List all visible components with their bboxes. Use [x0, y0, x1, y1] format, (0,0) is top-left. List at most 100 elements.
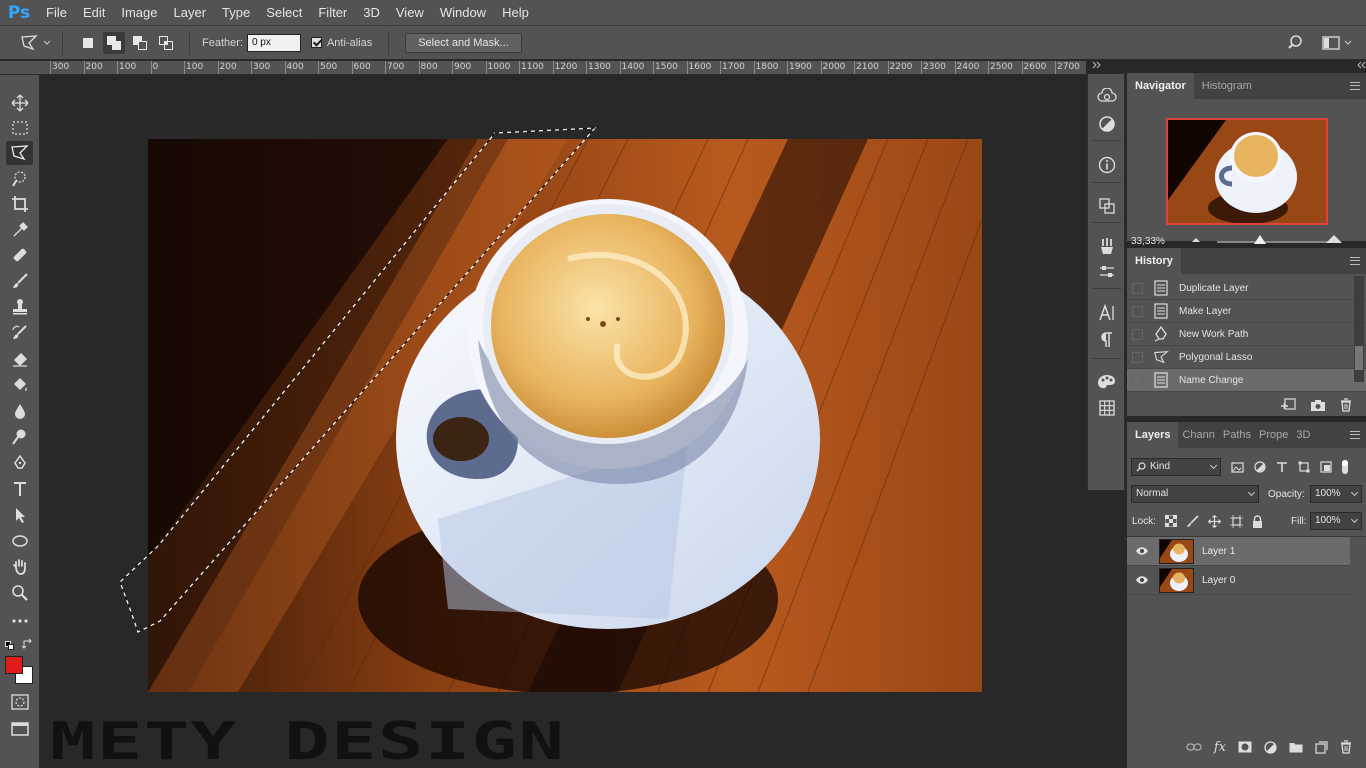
zoom-tool[interactable]: [6, 581, 33, 605]
eyedropper-tool[interactable]: [6, 218, 33, 242]
panel-menu-icon[interactable]: [1350, 257, 1360, 265]
paint-bucket-tool[interactable]: [6, 373, 33, 397]
history-item-make-layer[interactable]: Make Layer: [1127, 300, 1366, 323]
lock-position-icon[interactable]: [1208, 514, 1221, 528]
visibility-toggle[interactable]: [1131, 546, 1153, 556]
history-brush-tool[interactable]: [6, 321, 33, 345]
history-item-duplicate-layer[interactable]: Duplicate Layer: [1127, 277, 1366, 300]
collapse-panels-icon[interactable]: [1092, 61, 1106, 69]
tab-paths[interactable]: Paths: [1219, 422, 1255, 448]
ellipse-tool[interactable]: [6, 529, 33, 553]
hand-tool[interactable]: [6, 555, 33, 579]
swatches-panel-button[interactable]: [1093, 370, 1121, 394]
zoom-out-icon[interactable]: [1191, 237, 1201, 243]
expand-panels-icon[interactable]: [1352, 61, 1366, 69]
subtract-from-selection-button[interactable]: [129, 32, 151, 54]
eraser-tool[interactable]: [6, 347, 33, 371]
scrollbar-thumb[interactable]: [1355, 346, 1363, 370]
tab-properties[interactable]: Prope: [1255, 422, 1292, 448]
history-scrollbar[interactable]: [1354, 276, 1364, 382]
healing-brush-tool[interactable]: [6, 243, 33, 267]
brush-tool[interactable]: [6, 269, 33, 293]
adjustment-layer-filter-icon[interactable]: [1254, 461, 1266, 473]
layer-row-layer-0[interactable]: Layer 0: [1127, 566, 1350, 595]
character-panel-button[interactable]: [1093, 301, 1121, 325]
tab-channels[interactable]: Chann: [1178, 422, 1218, 448]
layer-row-layer-1[interactable]: Layer 1: [1127, 537, 1350, 566]
history-brush-source[interactable]: [1132, 328, 1143, 340]
lock-transparent-pixels-icon[interactable]: [1165, 515, 1177, 527]
antialias-checkbox[interactable]: [310, 37, 322, 48]
brushes-panel-button[interactable]: [1093, 234, 1121, 258]
foreground-color-swatch[interactable]: [5, 656, 23, 674]
lock-image-pixels-icon[interactable]: [1186, 514, 1199, 528]
navigator-preview[interactable]: [1166, 118, 1328, 225]
info-panel-button[interactable]: [1093, 153, 1121, 177]
smart-object-filter-icon[interactable]: [1320, 461, 1332, 473]
menu-3d[interactable]: 3D: [355, 0, 388, 25]
new-adjustment-layer-icon[interactable]: [1264, 740, 1277, 754]
pen-tool[interactable]: [6, 451, 33, 475]
shape-layer-filter-icon[interactable]: [1298, 461, 1310, 473]
tab-histogram[interactable]: Histogram: [1194, 73, 1260, 99]
polygonal-lasso-tool[interactable]: [6, 141, 33, 165]
paragraph-panel-button[interactable]: [1093, 328, 1121, 352]
history-brush-source[interactable]: [1132, 351, 1143, 363]
fill-input[interactable]: 100%: [1310, 512, 1362, 530]
intersect-selection-button[interactable]: [155, 32, 177, 54]
panel-menu-icon[interactable]: [1350, 82, 1360, 90]
trash-icon[interactable]: [1340, 740, 1352, 754]
add-mask-icon[interactable]: [1238, 741, 1252, 753]
zoom-in-icon[interactable]: [1325, 234, 1343, 244]
search-icon[interactable]: [1288, 34, 1306, 52]
menu-type[interactable]: Type: [214, 0, 258, 25]
blur-tool[interactable]: [6, 399, 33, 423]
navigator-zoom-value[interactable]: 33,33%: [1131, 236, 1165, 247]
quick-selection-tool[interactable]: [6, 167, 33, 191]
tab-navigator[interactable]: Navigator: [1127, 73, 1194, 99]
pixel-layer-filter-icon[interactable]: [1231, 461, 1244, 473]
libraries-panel-button[interactable]: [1093, 84, 1121, 108]
fx-icon[interactable]: fx: [1214, 740, 1226, 755]
link-layers-icon[interactable]: [1186, 742, 1202, 752]
history-item-polygonal-lasso[interactable]: Polygonal Lasso: [1127, 346, 1366, 369]
camera-icon[interactable]: [1310, 399, 1326, 412]
add-to-selection-button[interactable]: [103, 31, 125, 54]
history-brush-source[interactable]: [1132, 282, 1143, 294]
new-document-from-state-icon[interactable]: [1280, 398, 1296, 412]
opacity-input[interactable]: 100%: [1310, 485, 1362, 503]
lock-artboard-icon[interactable]: [1230, 514, 1243, 528]
filter-toggle-switch[interactable]: [1342, 460, 1348, 474]
quick-mask-button[interactable]: [6, 690, 33, 714]
history-item-name-change[interactable]: Name Change: [1127, 369, 1366, 392]
document-canvas[interactable]: METY DESIGN: [40, 76, 1086, 768]
tab-history[interactable]: History: [1127, 248, 1181, 274]
panel-menu-icon[interactable]: [1350, 431, 1360, 439]
zoom-slider-handle[interactable]: [1253, 235, 1266, 244]
crop-tool[interactable]: [6, 192, 33, 216]
history-brush-source[interactable]: [1132, 374, 1143, 386]
edit-toolbar-button[interactable]: [6, 609, 33, 633]
history-brush-source[interactable]: [1132, 305, 1143, 317]
dodge-tool[interactable]: [6, 425, 33, 449]
history-item-new-work-path[interactable]: New Work Path: [1127, 323, 1366, 346]
type-tool[interactable]: [6, 477, 33, 501]
navigator-zoom-slider[interactable]: [1217, 235, 1332, 244]
path-selection-tool[interactable]: [6, 503, 33, 527]
adjustments-panel-button[interactable]: [1093, 112, 1121, 136]
feather-input[interactable]: [246, 33, 301, 52]
clone-stamp-tool[interactable]: [6, 295, 33, 319]
visibility-toggle[interactable]: [1131, 575, 1153, 585]
lock-all-icon[interactable]: [1252, 514, 1263, 528]
menu-image[interactable]: Image: [113, 0, 165, 25]
swap-colors-icon[interactable]: [22, 639, 33, 650]
tab-3d[interactable]: 3D: [1292, 422, 1314, 448]
type-layer-filter-icon[interactable]: [1276, 461, 1288, 473]
menu-edit[interactable]: Edit: [75, 0, 113, 25]
blend-mode-select[interactable]: Normal: [1131, 485, 1259, 503]
trash-icon[interactable]: [1340, 398, 1352, 412]
workspace-switcher[interactable]: [1322, 35, 1352, 50]
menu-layer[interactable]: Layer: [166, 0, 215, 25]
move-tool[interactable]: [6, 91, 33, 115]
tool-preset-picker[interactable]: [20, 34, 56, 52]
